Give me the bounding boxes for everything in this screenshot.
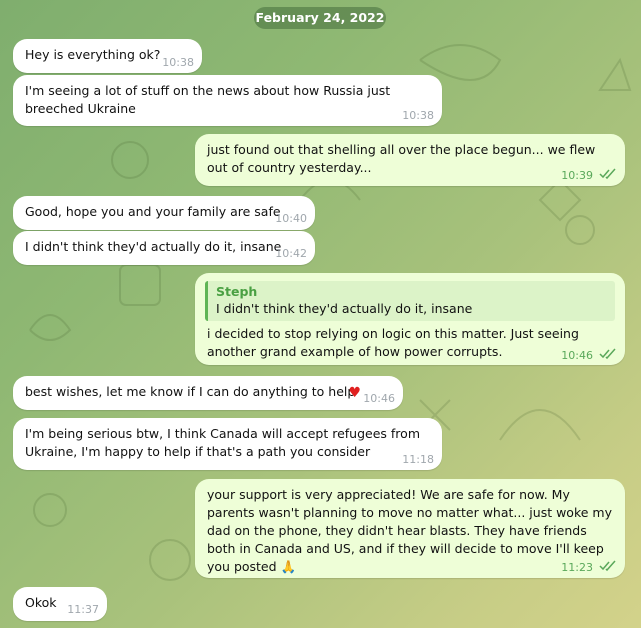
message-outgoing[interactable]: just found out that shelling all over th… <box>195 134 625 186</box>
message-text: i decided to stop relying on logic on th… <box>207 326 579 359</box>
date-separator: February 24, 2022 <box>254 7 386 29</box>
message-incoming[interactable]: I'm seeing a lot of stuff on the news ab… <box>13 75 442 126</box>
message-text: Hey is everything ok? <box>25 47 161 62</box>
reply-author: Steph <box>216 284 258 299</box>
double-check-icon <box>599 560 616 572</box>
message-text: just found out that shelling all over th… <box>207 142 596 175</box>
message-text: I'm seeing a lot of stuff on the news ab… <box>25 83 391 116</box>
message-incoming[interactable]: Okok 11:37 <box>13 587 107 621</box>
message-time: 10:42 <box>275 247 307 260</box>
message-text: best wishes, let me know if I can do any… <box>25 384 356 399</box>
message-incoming[interactable]: Good, hope you and your family are safe … <box>13 196 315 230</box>
double-check-icon <box>599 168 616 180</box>
heart-icon[interactable]: ♥ <box>348 384 361 402</box>
reply-text: I didn't think they'd actually do it, in… <box>216 301 473 316</box>
message-text: your support is very appreciated! We are… <box>207 487 612 574</box>
message-time: 10:40 <box>275 212 307 225</box>
message-incoming[interactable]: Hey is everything ok? 10:38 <box>13 39 202 73</box>
message-time: 10:46 <box>363 392 395 405</box>
message-incoming[interactable]: I didn't think they'd actually do it, in… <box>13 231 315 265</box>
message-outgoing[interactable]: Steph I didn't think they'd actually do … <box>195 273 625 365</box>
message-time: 10:46 <box>561 349 593 362</box>
message-time: 11:18 <box>402 453 434 466</box>
message-text: Okok <box>25 595 57 610</box>
message-incoming[interactable]: I'm being serious btw, I think Canada wi… <box>13 418 442 470</box>
message-outgoing[interactable]: your support is very appreciated! We are… <box>195 479 625 578</box>
reply-quote[interactable]: Steph I didn't think they'd actually do … <box>205 281 615 321</box>
message-time: 10:39 <box>561 169 593 182</box>
message-time: 10:38 <box>162 56 194 69</box>
message-time: 10:38 <box>402 109 434 122</box>
message-time: 11:37 <box>67 603 99 616</box>
message-text: Good, hope you and your family are safe <box>25 204 281 219</box>
message-incoming[interactable]: best wishes, let me know if I can do any… <box>13 376 403 410</box>
message-text: I didn't think they'd actually do it, in… <box>25 239 282 254</box>
message-text: I'm being serious btw, I think Canada wi… <box>25 426 420 459</box>
double-check-icon <box>599 348 616 360</box>
message-time: 11:23 <box>561 561 593 574</box>
